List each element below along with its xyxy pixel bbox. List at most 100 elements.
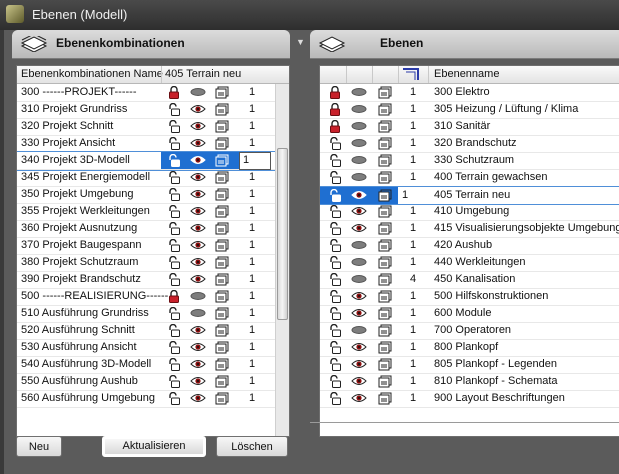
lock-closed-icon[interactable] (328, 120, 342, 133)
lock-closed-icon[interactable] (328, 86, 342, 99)
layer-page-icon[interactable] (215, 358, 229, 371)
lock-open-icon[interactable] (167, 375, 181, 388)
layer-page-icon[interactable] (215, 341, 229, 354)
lock-open-icon[interactable] (167, 120, 181, 133)
layer-page-icon[interactable] (215, 290, 229, 303)
layer-page-icon[interactable] (378, 290, 392, 303)
eye-icon[interactable] (190, 171, 206, 183)
lock-open-icon[interactable] (167, 205, 181, 218)
layer-page-icon[interactable] (215, 222, 229, 235)
lock-closed-icon[interactable] (167, 290, 181, 303)
layer-row[interactable]: 1 305 Heizung / Lüftung / Klima (320, 101, 619, 119)
layer-page-icon[interactable] (378, 324, 392, 337)
layer-row[interactable]: 1 410 Umgebung (320, 203, 619, 221)
combination-row[interactable]: 520 Ausführung Schnitt 1 (17, 322, 289, 340)
layer-page-icon[interactable] (215, 171, 229, 184)
layer-row[interactable]: 1 330 Schutzraum (320, 152, 619, 170)
combination-row[interactable]: 550 Ausführung Aushub 1 (17, 373, 289, 391)
layer-row[interactable]: 4 450 Kanalisation (320, 271, 619, 289)
lock-open-icon[interactable] (328, 358, 342, 371)
layer-page-icon[interactable] (378, 392, 392, 405)
combination-row[interactable]: 370 Projekt Baugespann 1 (17, 237, 289, 255)
layer-page-icon[interactable] (378, 154, 392, 167)
layer-page-icon[interactable] (378, 86, 392, 99)
lock-open-icon[interactable] (167, 222, 181, 235)
hidden-eye-icon[interactable] (351, 324, 367, 336)
layer-page-icon[interactable] (215, 273, 229, 286)
layer-row[interactable]: 1 420 Aushub (320, 237, 619, 255)
layer-row[interactable]: 1 900 Layout Beschriftungen (320, 390, 619, 408)
lock-closed-icon[interactable] (328, 103, 342, 116)
combination-row[interactable]: 320 Projekt Schnitt 1 (17, 118, 289, 136)
lock-open-icon[interactable] (167, 392, 181, 405)
delete-button[interactable]: Löschen (216, 436, 288, 457)
eye-icon[interactable] (190, 222, 206, 234)
col-layer-name[interactable]: Ebenenname (434, 68, 499, 80)
layer-page-icon[interactable] (378, 205, 392, 218)
layer-page-icon[interactable] (215, 103, 229, 116)
combination-row[interactable]: 300 ------PROJEKT------ 1 (17, 84, 289, 102)
layer-page-icon[interactable] (215, 137, 229, 150)
eye-icon[interactable] (190, 188, 206, 200)
lock-open-icon[interactable] (167, 171, 181, 184)
lock-open-icon[interactable] (328, 239, 342, 252)
layer-page-icon[interactable] (215, 307, 229, 320)
layer-page-icon[interactable] (215, 154, 229, 167)
layer-page-icon[interactable] (378, 375, 392, 388)
hidden-eye-icon[interactable] (190, 307, 206, 319)
combination-row[interactable]: 340 Projekt 3D-Modell 1 (17, 151, 289, 171)
hidden-eye-icon[interactable] (351, 256, 367, 268)
lock-open-icon[interactable] (328, 375, 342, 388)
lock-open-icon[interactable] (328, 324, 342, 337)
eye-icon[interactable] (190, 273, 206, 285)
layers-list[interactable]: Ebenenname 1 300 Elektro 1 305 Heizung / Lü… (319, 65, 619, 437)
layer-row[interactable]: 1 805 Plankopf - Legenden (320, 356, 619, 374)
layer-page-icon[interactable] (215, 324, 229, 337)
eye-icon[interactable] (351, 222, 367, 234)
lock-open-icon[interactable] (167, 188, 181, 201)
hidden-eye-icon[interactable] (351, 154, 367, 166)
combination-row[interactable]: 310 Projekt Grundriss 1 (17, 101, 289, 119)
layer-page-icon[interactable] (378, 103, 392, 116)
eye-icon[interactable] (351, 205, 367, 217)
lock-closed-icon[interactable] (167, 86, 181, 99)
eye-icon[interactable] (351, 392, 367, 404)
combination-row[interactable]: 560 Ausführung Umgebung 1 (17, 390, 289, 408)
layer-page-icon[interactable] (378, 273, 392, 286)
combination-row[interactable]: 390 Projekt Brandschutz 1 (17, 271, 289, 289)
hidden-eye-icon[interactable] (351, 137, 367, 149)
combination-row[interactable]: 355 Projekt Werkleitungen 1 (17, 203, 289, 221)
combination-row[interactable]: 360 Projekt Ausnutzung 1 (17, 220, 289, 238)
layer-row[interactable]: 1 320 Brandschutz (320, 135, 619, 153)
hidden-eye-icon[interactable] (351, 273, 367, 285)
layer-row[interactable]: 1 500 Hilfskonstruktionen (320, 288, 619, 306)
layer-page-icon[interactable] (215, 392, 229, 405)
layer-page-icon[interactable] (215, 256, 229, 269)
lock-open-icon[interactable] (328, 189, 342, 202)
combination-row[interactable]: 330 Projekt Ansicht 1 (17, 135, 289, 153)
layer-row[interactable]: 1 800 Plankopf (320, 339, 619, 357)
layer-page-icon[interactable] (378, 171, 392, 184)
eye-icon[interactable] (351, 189, 367, 201)
layer-page-icon[interactable] (378, 120, 392, 133)
layer-row[interactable]: 1 415 Visualisierungsobjekte Umgebung (320, 220, 619, 238)
hidden-eye-icon[interactable] (190, 86, 206, 98)
update-button[interactable]: Aktualisieren (102, 436, 206, 457)
lock-open-icon[interactable] (328, 256, 342, 269)
layer-page-icon[interactable] (378, 358, 392, 371)
layer-page-icon[interactable] (215, 239, 229, 252)
left-scrollbar-thumb[interactable] (277, 148, 288, 320)
layer-row[interactable]: 1 440 Werkleitungen (320, 254, 619, 272)
layer-row[interactable]: 1 300 Elektro (320, 84, 619, 102)
lock-open-icon[interactable] (328, 341, 342, 354)
col-current-layer[interactable]: 405 Terrain neu (165, 68, 241, 80)
eye-icon[interactable] (190, 154, 206, 166)
lock-open-icon[interactable] (328, 222, 342, 235)
eye-icon[interactable] (190, 205, 206, 217)
layer-page-icon[interactable] (378, 222, 392, 235)
layer-page-icon[interactable] (215, 86, 229, 99)
eye-icon[interactable] (190, 256, 206, 268)
layer-page-icon[interactable] (378, 137, 392, 150)
eye-icon[interactable] (351, 341, 367, 353)
lock-open-icon[interactable] (167, 341, 181, 354)
